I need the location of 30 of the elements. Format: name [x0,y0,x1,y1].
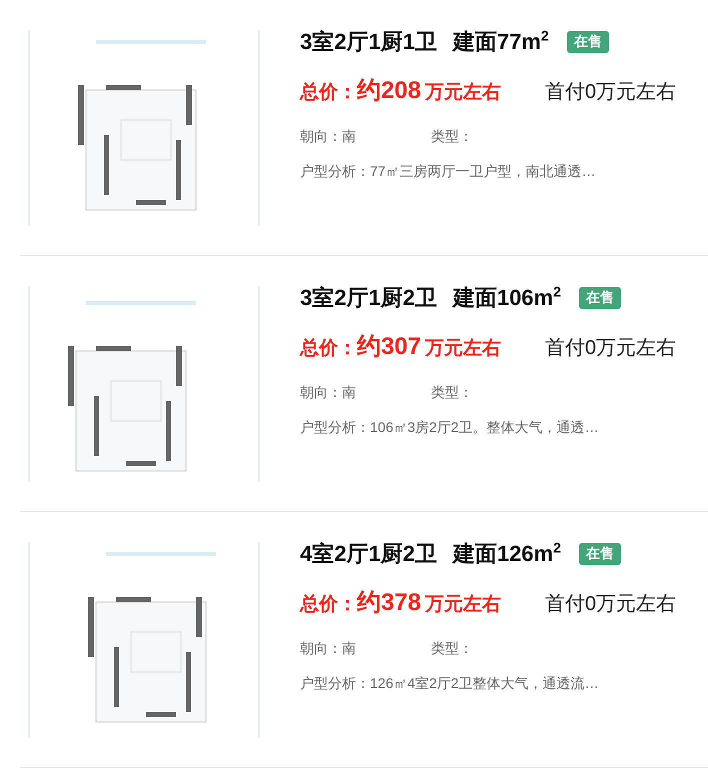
price-label: 总价： [300,338,357,361]
analysis-text: 户型分析：106㎡3房2厅2卫。整体大气，通透… [300,419,600,437]
price-label: 总价： [300,82,357,105]
price-value: 约208 [357,76,422,106]
down-payment: 首付0万元左右 [545,336,676,361]
price-value: 约307 [357,332,422,362]
down-payment: 首付0万元左右 [545,80,676,105]
analysis-text: 户型分析：77㎡三房两厅一卫户型，南北通透… [300,163,597,181]
analysis-text: 户型分析：126㎡4室2厅2卫整体大气，通透流… [300,675,600,693]
orientation-text: 朝向：南 [300,640,357,658]
price-unit: 万元左右 [425,593,502,617]
price-unit: 万元左右 [425,337,502,361]
price-value: 约378 [357,588,422,618]
orientation-text: 朝向：南 [300,128,357,146]
area-title: 建面106m$^{2}$ [452,283,562,312]
price-unit: 万元左右 [425,81,502,105]
type-text: 类型： [431,128,473,146]
type-text: 类型： [431,640,473,658]
layout-title: 3室2厅1厨1卫 [300,28,437,56]
layout-title: 3室2厅1厨2卫 [300,284,437,312]
status-badge: 在售 [579,543,622,565]
orientation-text: 朝向：南 [300,384,357,402]
status-badge: 在售 [566,31,609,53]
down-payment: 首付0万元左右 [545,592,676,617]
price-label: 总价： [300,594,357,617]
type-text: 类型： [431,384,473,402]
layout-title: 4室2厅1厨2卫 [300,540,437,568]
area-title: 建面77m$^{2}$ [452,27,549,56]
status-badge: 在售 [579,287,622,309]
area-title: 建面126m$^{2}$ [452,539,562,568]
